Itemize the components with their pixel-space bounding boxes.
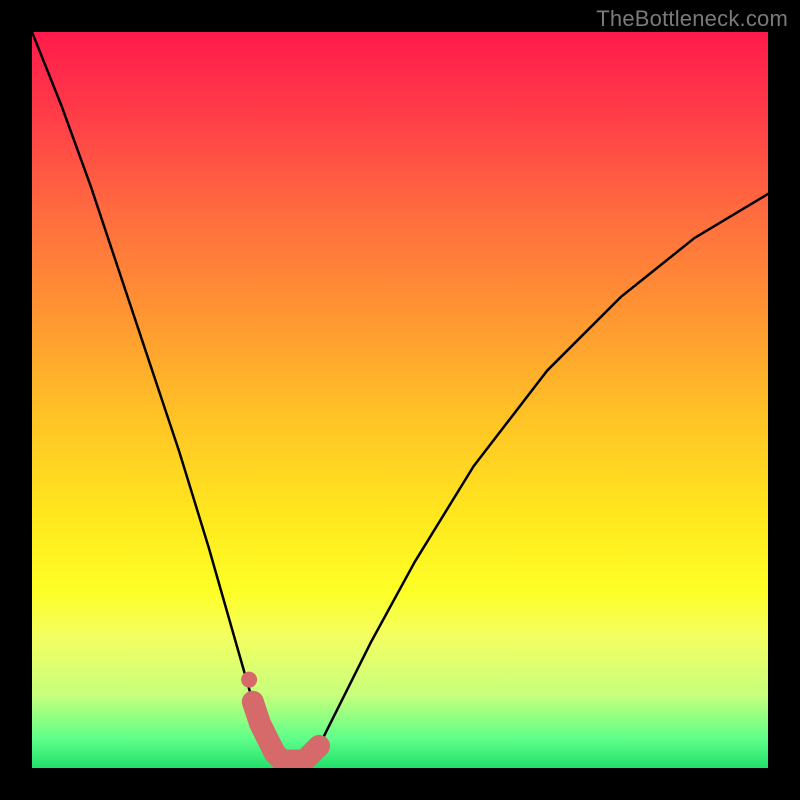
sweet-spot-dot <box>241 672 257 688</box>
outer-frame: TheBottleneck.com <box>0 0 800 800</box>
plot-area <box>32 32 768 768</box>
chart-svg <box>32 32 768 768</box>
watermark-text: TheBottleneck.com <box>596 6 788 32</box>
sweet-spot-highlight <box>253 702 319 761</box>
bottleneck-curve <box>32 32 768 761</box>
